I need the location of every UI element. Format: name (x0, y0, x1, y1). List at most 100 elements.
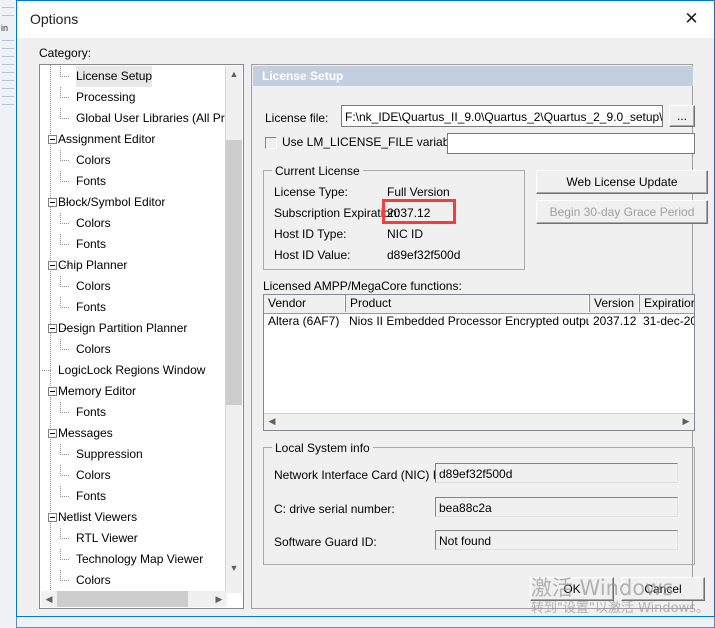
tree-item-label: Colors (76, 573, 111, 587)
tree-connector (60, 160, 69, 161)
tree-connector (60, 244, 69, 245)
tree-item-fonts[interactable]: Fonts (40, 234, 226, 255)
tree-item-colors[interactable]: Colors (40, 276, 226, 297)
tree-item-colors[interactable]: Colors (40, 213, 226, 234)
table-header-product[interactable]: Product (346, 295, 590, 312)
tree-collapse-icon[interactable] (48, 429, 57, 438)
tree-item-label: Fonts (76, 405, 107, 419)
table-scroll-right-icon[interactable]: ▶ (678, 414, 694, 429)
background-line (2, 48, 14, 49)
tree-item-label: Fonts (76, 237, 107, 251)
browse-license-file-button[interactable]: ... (669, 105, 695, 127)
tree-item-label: Netlist Viewers (58, 510, 138, 524)
tree-item-messages[interactable]: Messages (40, 423, 226, 444)
close-icon[interactable]: ✕ (669, 1, 714, 37)
tree-item-colors[interactable]: Colors (40, 570, 226, 591)
cell-product: Nios II Embedded Processor Encrypted out… (349, 314, 589, 328)
tree-item-colors[interactable]: Colors (40, 339, 226, 360)
tree-connector (60, 76, 69, 77)
tree-connector (60, 549, 61, 560)
table-header-expiration[interactable]: Expiration (640, 295, 694, 312)
table-scroll-left-icon[interactable]: ◀ (264, 414, 280, 429)
tree-horizontal-scrollbar[interactable]: ◀ ▶ (41, 591, 227, 607)
tree-item-fonts[interactable]: Fonts (40, 171, 226, 192)
tree-item-fonts[interactable]: Fonts (40, 297, 226, 318)
tree-item-label: Colors (76, 153, 111, 167)
tree-connector (60, 559, 69, 560)
tree-item-technology-map-viewer[interactable]: Technology Map Viewer (40, 549, 226, 570)
tree-connector (60, 66, 61, 77)
ok-button[interactable]: OK (530, 577, 614, 601)
dialog-bottom-edge (16, 617, 715, 628)
tree-collapse-icon[interactable] (48, 324, 57, 333)
tree-connector (60, 412, 69, 413)
tree-item-label: Global User Libraries (All Proje (76, 111, 226, 125)
begin-grace-period-button[interactable]: Begin 30-day Grace Period (536, 200, 708, 224)
scroll-right-icon[interactable]: ▶ (211, 591, 227, 607)
tree-item-processing[interactable]: Processing (40, 87, 226, 108)
tree-connector (60, 444, 61, 455)
tree-item-block-symbol-editor[interactable]: Block/Symbol Editor (40, 192, 226, 213)
tree-collapse-icon[interactable] (48, 135, 57, 144)
host-id-type-value: NIC ID (387, 227, 423, 241)
ampp-functions-table[interactable]: Vendor Product Version Expiration Altera… (263, 294, 695, 431)
tree-item-design-partition-planner[interactable]: Design Partition Planner (40, 318, 226, 339)
tree-collapse-icon[interactable] (48, 387, 57, 396)
page-title: Options (30, 11, 79, 27)
tree-item-colors[interactable]: Colors (40, 150, 226, 171)
tree-item-netlist-viewers[interactable]: Netlist Viewers (40, 507, 226, 528)
tree-item-license-setup[interactable]: License Setup (40, 66, 226, 87)
tree-item-chip-planner[interactable]: Chip Planner (40, 255, 226, 276)
background-line (2, 40, 14, 41)
tree-connector (60, 496, 69, 497)
tree-item-assignment-editor[interactable]: Assignment Editor (40, 129, 226, 150)
tree-item-rtl-viewer[interactable]: RTL Viewer (40, 528, 226, 549)
tree-item-label: Design Partition Planner (58, 321, 188, 335)
tree-vscroll-thumb[interactable] (226, 140, 242, 405)
tree-item-memory-editor[interactable]: Memory Editor (40, 381, 226, 402)
tree-item-colors[interactable]: Colors (40, 465, 226, 486)
lm-license-file-input[interactable] (447, 133, 695, 154)
tree-connector (60, 402, 61, 413)
tree-connector (60, 349, 69, 350)
title-bar: Options ✕ (17, 1, 714, 38)
scroll-up-icon[interactable]: ▲ (226, 66, 242, 82)
tree-connector (60, 475, 69, 476)
tree-item-fonts[interactable]: Fonts (40, 402, 226, 423)
local-system-info-group-title: Local System info (272, 441, 373, 455)
use-lm-license-file-checkbox[interactable] (265, 137, 277, 149)
scroll-left-icon[interactable]: ◀ (41, 591, 57, 607)
table-horizontal-scrollbar[interactable]: ◀ ▶ (264, 413, 694, 430)
web-license-update-button[interactable]: Web License Update (536, 170, 708, 194)
tree-item-label: Assignment Editor (58, 132, 156, 146)
scroll-down-icon[interactable]: ▼ (226, 560, 242, 576)
background-line (2, 7, 14, 8)
cancel-button[interactable]: Cancel (621, 577, 705, 601)
tree-connector (60, 570, 61, 581)
tree-item-label: Colors (76, 342, 111, 356)
tree-connector (60, 307, 69, 308)
tree-item-fonts[interactable]: Fonts (40, 486, 226, 507)
tree-collapse-icon[interactable] (48, 261, 57, 270)
background-line (2, 56, 14, 57)
table-header-vendor[interactable]: Vendor (264, 295, 346, 312)
background-line (2, 64, 14, 65)
table-header-version[interactable]: Version (590, 295, 640, 312)
license-type-label: License Type: (274, 185, 348, 199)
license-file-input[interactable]: F:\nk_IDE\Quartus_II_9.0\Quartus_2\Quart… (341, 105, 663, 127)
tree-item-logiclock-regions-window[interactable]: LogicLock Regions Window (40, 360, 226, 381)
software-guard-id-value: Not found (435, 530, 678, 550)
table-row[interactable]: Altera (6AF7) Nios II Embedded Processor… (264, 314, 694, 330)
tree-item-global-user-libraries-all-proje[interactable]: Global User Libraries (All Proje (40, 108, 226, 129)
background-line (2, 96, 14, 97)
tree-collapse-icon[interactable] (48, 198, 57, 207)
tree-item-label: Messages (58, 426, 113, 440)
category-tree[interactable]: License Setup Processing Global User Libra… (39, 64, 244, 609)
use-lm-license-file-label: Use LM_LICENSE_FILE variable: (282, 135, 463, 149)
tree-connector (60, 108, 61, 119)
tree-item-suppression[interactable]: Suppression (40, 444, 226, 465)
tree-collapse-icon[interactable] (48, 513, 57, 522)
tree-connector (60, 97, 69, 98)
tree-hscroll-thumb[interactable] (57, 591, 188, 607)
tree-vertical-scrollbar[interactable]: ▲ ▼ (225, 66, 242, 593)
